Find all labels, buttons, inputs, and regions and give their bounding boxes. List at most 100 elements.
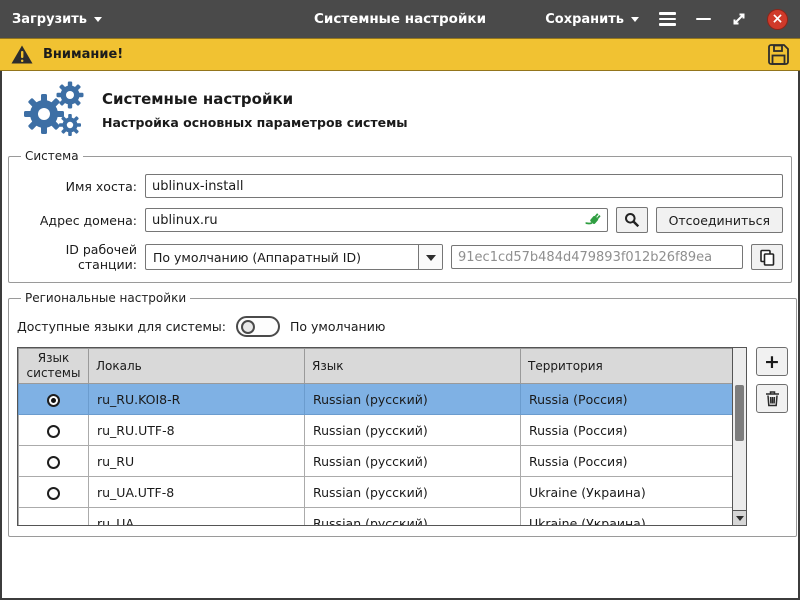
languages-label: Доступные языки для системы: xyxy=(17,319,226,334)
delete-locale-button[interactable] xyxy=(756,384,788,413)
disconnect-button[interactable]: Отсоединиться xyxy=(656,207,783,233)
save-quick-button[interactable] xyxy=(767,43,790,66)
domain-input[interactable] xyxy=(145,208,608,232)
locale-table-header-row: Язык системы Локаль Язык Территория xyxy=(19,349,733,384)
close-icon: × xyxy=(772,12,784,26)
territory-cell[interactable]: Russia (Россия) xyxy=(521,415,733,446)
languages-toggle-row: Доступные языки для системы: По умолчани… xyxy=(17,316,788,337)
locale-row[interactable]: ru_UA.UTF-8Russian (русский)Ukraine (Укр… xyxy=(19,477,733,508)
locale-radio-cell[interactable] xyxy=(19,508,89,526)
locale-cell[interactable]: ru_RU.KOI8-R xyxy=(89,384,305,415)
page-subtitle: Настройка основных параметров системы xyxy=(102,115,408,130)
save-menu-label: Сохранить xyxy=(545,12,624,27)
station-id-value-field[interactable] xyxy=(451,245,743,269)
domain-label: Адрес домена: xyxy=(17,213,137,228)
locale-cell[interactable]: ru_RU xyxy=(89,446,305,477)
territory-cell[interactable]: Ukraine (Украина) xyxy=(521,508,733,526)
locale-cell[interactable]: ru_UA.UTF-8 xyxy=(89,477,305,508)
column-header-language[interactable]: Язык xyxy=(305,349,521,384)
locale-row[interactable]: ru_RU.UTF-8Russian (русский)Russia (Росс… xyxy=(19,415,733,446)
language-cell[interactable]: Russian (русский) xyxy=(305,477,521,508)
locale-table-area: Язык системы Локаль Язык Территория ru_R… xyxy=(17,347,788,526)
save-menu-button[interactable]: Сохранить xyxy=(545,12,639,27)
column-header-system-language[interactable]: Язык системы xyxy=(19,349,89,384)
copy-icon xyxy=(759,249,775,266)
station-id-row: ID рабочей станции: По умолчанию (Аппара… xyxy=(17,242,783,272)
locale-cell[interactable]: ru_RU.UTF-8 xyxy=(89,415,305,446)
hamburger-icon xyxy=(659,12,676,15)
copy-id-button[interactable] xyxy=(751,244,783,270)
locale-actions: + xyxy=(756,347,788,413)
close-button[interactable]: × xyxy=(767,9,788,30)
hostname-input[interactable] xyxy=(145,174,783,198)
language-cell[interactable]: Russian (русский) xyxy=(305,508,521,526)
plus-icon: + xyxy=(764,351,780,373)
language-cell[interactable]: Russian (русский) xyxy=(305,446,521,477)
language-cell[interactable]: Russian (русский) xyxy=(305,415,521,446)
window-title: Системные настройки xyxy=(314,11,486,27)
warning-bar: Внимание! xyxy=(0,38,800,71)
locale-radio[interactable] xyxy=(47,394,60,407)
system-section-legend: Система xyxy=(21,149,83,163)
locale-radio-cell[interactable] xyxy=(19,384,89,415)
hostname-label: Имя хоста: xyxy=(17,179,137,194)
languages-toggle-switch[interactable] xyxy=(236,316,280,337)
station-id-label: ID рабочей станции: xyxy=(17,242,137,272)
locale-table-scrollview: Язык системы Локаль Язык Территория ru_R… xyxy=(18,348,732,525)
page-title: Системные настройки xyxy=(102,90,408,108)
hamburger-menu-button[interactable] xyxy=(659,12,676,26)
territory-cell[interactable]: Ukraine (Украина) xyxy=(521,477,733,508)
titlebar-actions: Сохранить × xyxy=(545,9,788,30)
locale-row[interactable]: ru_UARussian (русский)Ukraine (Украина) xyxy=(19,508,733,526)
locale-radio[interactable] xyxy=(47,487,60,500)
locale-radio[interactable] xyxy=(47,425,60,438)
locale-radio[interactable] xyxy=(47,456,60,469)
system-settings-window: Загрузить Системные настройки Сохранить xyxy=(0,0,800,600)
locale-radio-cell[interactable] xyxy=(19,446,89,477)
station-id-mode-select[interactable]: По умолчанию (Аппаратный ID) xyxy=(145,244,443,270)
locale-row[interactable]: ru_RURussian (русский)Russia (Россия) xyxy=(19,446,733,477)
locale-table-frame: Язык системы Локаль Язык Территория ru_R… xyxy=(17,347,747,526)
chevron-down-icon xyxy=(631,17,639,26)
locale-row[interactable]: ru_RU.KOI8-RRussian (русский)Russia (Рос… xyxy=(19,384,733,415)
maximize-button[interactable] xyxy=(731,11,747,27)
vertical-scrollbar[interactable] xyxy=(732,348,746,525)
column-header-territory[interactable]: Территория xyxy=(521,349,733,384)
trash-icon xyxy=(765,390,780,407)
scrollbar-down-button[interactable] xyxy=(733,510,746,525)
locale-cell[interactable]: ru_UA xyxy=(89,508,305,526)
minimize-button[interactable] xyxy=(696,18,711,21)
territory-cell[interactable]: Russia (Россия) xyxy=(521,384,733,415)
minimize-icon xyxy=(696,18,711,21)
warning-text: Внимание! xyxy=(43,47,123,62)
load-menu-label: Загрузить xyxy=(12,12,87,27)
scrollbar-thumb[interactable] xyxy=(735,385,744,441)
language-cell[interactable]: Russian (русский) xyxy=(305,384,521,415)
chevron-down-icon xyxy=(426,255,436,266)
expand-icon xyxy=(731,11,747,27)
app-header-text: Системные настройки Настройка основных п… xyxy=(102,90,408,130)
domain-search-button[interactable] xyxy=(616,207,648,233)
gears-icon xyxy=(18,81,86,139)
territory-cell[interactable]: Russia (Россия) xyxy=(521,446,733,477)
chevron-down-icon xyxy=(736,516,744,525)
titlebar: Загрузить Системные настройки Сохранить xyxy=(0,0,800,38)
chevron-down-icon xyxy=(94,17,102,26)
column-header-locale[interactable]: Локаль xyxy=(89,349,305,384)
select-dropdown-arrow[interactable] xyxy=(418,245,442,269)
load-menu-button[interactable]: Загрузить xyxy=(12,12,102,27)
locale-radio-cell[interactable] xyxy=(19,477,89,508)
locale-table: Язык системы Локаль Язык Территория ru_R… xyxy=(18,348,732,525)
toggle-knob xyxy=(241,320,255,334)
floppy-save-icon xyxy=(767,43,790,66)
app-header: Системные настройки Настройка основных п… xyxy=(6,77,794,149)
domain-input-wrap xyxy=(145,208,608,232)
regional-section-legend: Региональные настройки xyxy=(21,291,190,305)
system-section: Система Имя хоста: Адрес домена: xyxy=(8,149,792,283)
domain-row: Адрес домена: xyxy=(17,207,783,233)
locale-radio-cell[interactable] xyxy=(19,415,89,446)
main-content: Системные настройки Настройка основных п… xyxy=(0,71,800,600)
hostname-row: Имя хоста: xyxy=(17,174,783,198)
add-locale-button[interactable]: + xyxy=(756,347,788,376)
search-icon xyxy=(624,212,640,228)
